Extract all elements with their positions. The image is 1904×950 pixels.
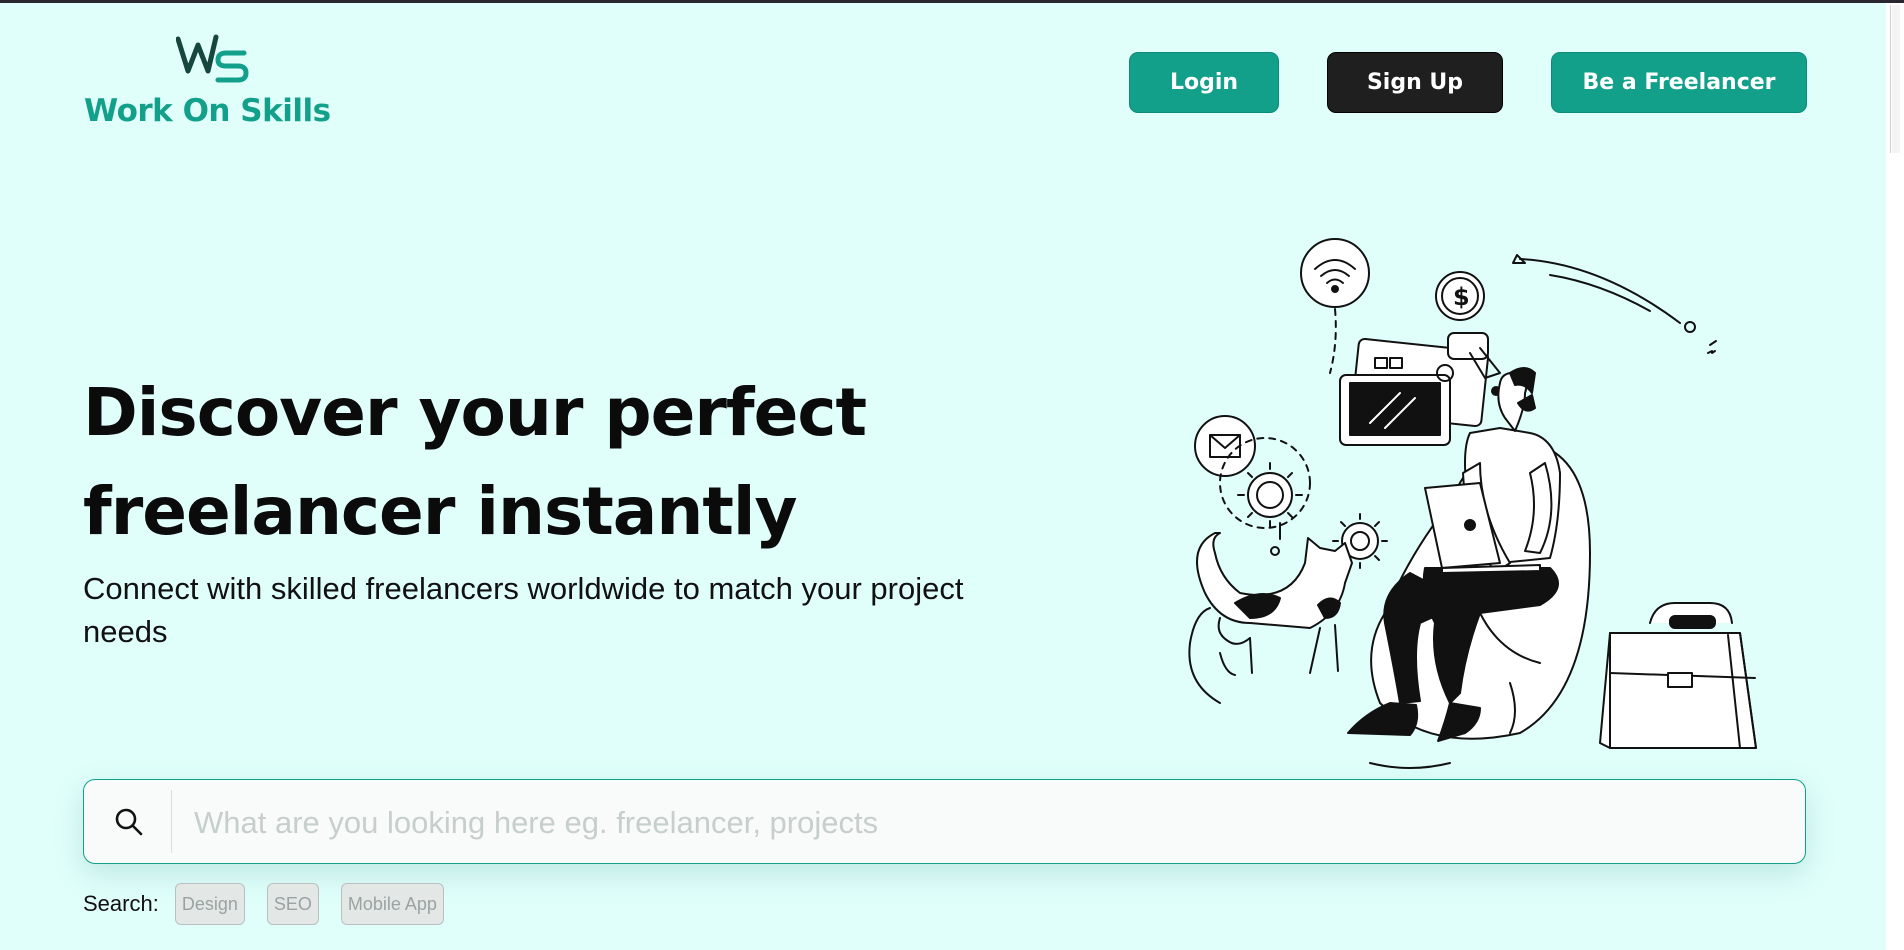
ws-logo-mark-icon <box>176 34 249 83</box>
scrollbar-thumb[interactable] <box>1890 5 1901 153</box>
search-divider <box>171 790 172 853</box>
search-icon[interactable] <box>114 807 144 837</box>
hero-headline-line-1: Discover your perfect <box>83 374 867 451</box>
hero-headline: Discover your perfect freelancer instant… <box>83 363 1083 561</box>
hero-headline-line-2: freelancer instantly <box>83 473 798 550</box>
search-bar[interactable] <box>83 779 1806 864</box>
freelancer-on-beanbag-illustration-icon: $ <box>1188 238 1757 769</box>
svg-text:$: $ <box>1453 283 1470 311</box>
hero-subheading: Connect with skilled freelancers worldwi… <box>83 571 964 649</box>
brand-name: Work On Skills <box>84 93 331 129</box>
quick-search-tag-mobile-app[interactable]: Mobile App <box>340 883 444 925</box>
be-a-freelancer-button[interactable]: Be a Freelancer <box>1551 52 1807 113</box>
logo[interactable]: Work On Skills <box>84 33 354 133</box>
quick-search: Search: Design SEO Mobile App <box>83 881 466 927</box>
quick-search-label: Search: <box>83 891 159 916</box>
vertical-scrollbar[interactable] <box>1886 3 1904 950</box>
search-input[interactable] <box>192 790 1786 855</box>
sign-up-button[interactable]: Sign Up <box>1327 52 1503 113</box>
quick-search-tag-seo[interactable]: SEO <box>266 883 319 925</box>
quick-search-tag-design[interactable]: Design <box>174 883 245 925</box>
login-button[interactable]: Login <box>1129 52 1279 113</box>
page: Work On Skills Login Sign Up Be a Freela… <box>0 3 1886 950</box>
